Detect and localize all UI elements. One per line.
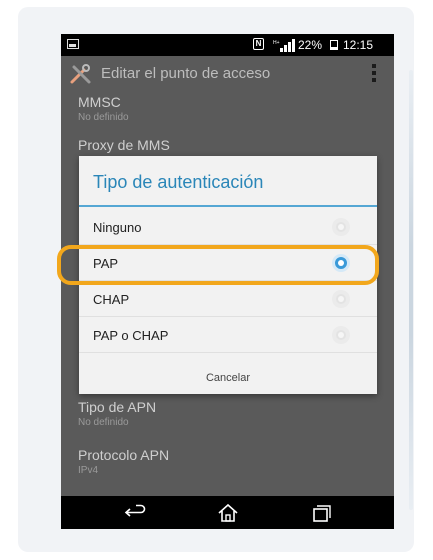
status-time: 12:15 [343, 38, 374, 52]
svg-text:H+: H+ [273, 40, 280, 46]
list-item-title: Protocolo APN [78, 447, 170, 463]
radio-button[interactable] [332, 218, 350, 236]
overflow-menu-icon[interactable] [372, 64, 376, 82]
list-item-summary: No definido [78, 417, 129, 428]
list-item-title: Proxy de MMS [78, 137, 170, 153]
battery-percent: 22% [298, 38, 323, 52]
list-item-summary: No definido [78, 112, 129, 123]
list-item-apn-protocol[interactable]: Protocolo APN IPv4 [78, 447, 169, 476]
back-icon[interactable] [124, 503, 148, 523]
cancel-button[interactable]: Cancelar [79, 362, 377, 394]
frame-edge [409, 70, 413, 510]
radio-button[interactable] [332, 326, 350, 344]
list-item-mms-proxy[interactable]: Proxy de MMS [78, 137, 170, 153]
option-pap-o-chap[interactable]: PAP o CHAP [79, 317, 377, 353]
status-bar: N H+ 22% 12:15 [61, 34, 394, 56]
option-chap[interactable]: CHAP [79, 281, 377, 317]
selection-highlight [57, 245, 379, 285]
list-item-mmsc[interactable]: MMSC No definido [78, 94, 129, 123]
page-title: Editar el punto de acceso [101, 65, 271, 82]
signal-icon: H+ [273, 39, 295, 52]
navigation-bar [61, 496, 394, 529]
option-ninguno[interactable]: Ninguno [79, 209, 377, 245]
app-bar: Editar el punto de acceso [61, 56, 394, 92]
list-item-title: MMSC [78, 94, 121, 110]
dialog-divider [79, 205, 377, 207]
option-label: CHAP [93, 292, 130, 307]
recents-icon[interactable] [309, 503, 333, 523]
option-label: Ninguno [93, 220, 142, 235]
home-icon[interactable] [216, 503, 240, 523]
nfc-icon: N [253, 38, 264, 50]
option-label: PAP o CHAP [93, 328, 169, 343]
list-item-apn-type[interactable]: Tipo de APN No definido [78, 399, 156, 428]
gallery-icon [67, 39, 79, 49]
list-item-summary: IPv4 [78, 465, 99, 476]
tools-icon [70, 64, 91, 84]
dialog-title: Tipo de autenticación [93, 172, 264, 192]
list-item-title: Tipo de APN [78, 399, 157, 415]
battery-icon [330, 40, 338, 50]
radio-button[interactable] [332, 290, 350, 308]
